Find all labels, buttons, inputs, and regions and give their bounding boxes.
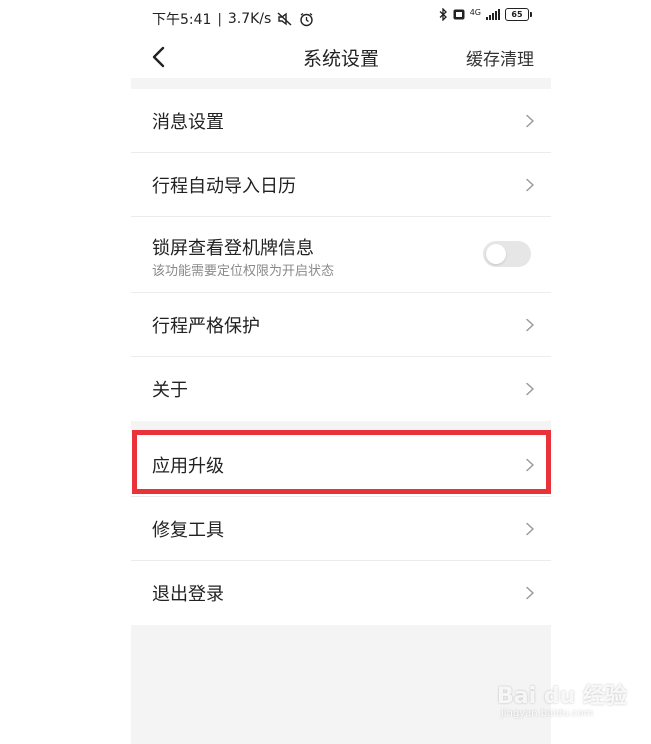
settings-item-calendar-import[interactable]: 行程自动导入日历	[131, 153, 551, 217]
section-divider	[131, 421, 551, 433]
screenshot-canvas: 下午5:41 | 3.7K/s 4G 65 系统设置 缓存清理 消息设置 行程自…	[0, 0, 651, 744]
settings-item-about[interactable]: 关于	[131, 357, 551, 421]
chevron-right-icon	[526, 586, 534, 600]
bluetooth-icon	[439, 8, 447, 21]
settings-item-strict-protection[interactable]: 行程严格保护	[131, 293, 551, 357]
settings-item-label: 行程严格保护	[152, 315, 260, 337]
chevron-right-icon	[526, 178, 534, 191]
chevron-right-icon	[526, 458, 534, 471]
settings-item-label: 行程自动导入日历	[152, 175, 296, 197]
chevron-right-icon	[526, 522, 534, 535]
settings-item-label: 修复工具	[152, 519, 224, 541]
status-left: 下午5:41 | 3.7K/s	[152, 9, 314, 29]
status-time: 下午5:41	[152, 12, 212, 28]
settings-item-label: 锁屏查看登机牌信息	[152, 238, 314, 259]
nav-bar: 系统设置 缓存清理	[131, 36, 551, 78]
settings-item-app-upgrade[interactable]: 应用升级	[131, 433, 551, 497]
lockscreen-toggle[interactable]	[483, 241, 531, 267]
settings-item-label: 退出登录	[152, 584, 224, 605]
settings-item-message[interactable]: 消息设置	[131, 89, 551, 153]
battery-level: 65	[511, 10, 523, 19]
signal-icon	[486, 9, 500, 20]
settings-item-subtitle: 该功能需要定位权限为开启状态	[152, 264, 335, 279]
status-bar: 下午5:41 | 3.7K/s 4G 65	[131, 0, 551, 36]
cache-clear-button[interactable]: 缓存清理	[466, 45, 534, 70]
settings-list: 消息设置 行程自动导入日历 锁屏查看登机牌信息 该功能需要定位权限为开启状态 行…	[131, 89, 551, 625]
settings-item-lockscreen-boarding-pass: 锁屏查看登机牌信息 该功能需要定位权限为开启状态	[131, 217, 551, 293]
network-type: 4G	[469, 8, 481, 17]
status-separator: |	[217, 11, 222, 27]
status-right: 4G 65	[439, 8, 532, 21]
settings-item-label: 应用升级	[152, 455, 224, 477]
settings-item-label: 消息设置	[152, 111, 224, 133]
mute-icon	[277, 12, 292, 26]
settings-item-label: 关于	[152, 380, 188, 401]
chevron-right-icon	[526, 382, 534, 396]
chevron-left-icon	[152, 46, 165, 68]
phone-screen: 下午5:41 | 3.7K/s 4G 65 系统设置 缓存清理 消息设置 行程自…	[131, 0, 551, 744]
hd-icon	[453, 9, 465, 20]
battery-icon: 65	[505, 8, 532, 21]
settings-item-repair-tool[interactable]: 修复工具	[131, 497, 551, 561]
status-speed: 3.7K/s	[227, 11, 272, 27]
alarm-icon	[300, 12, 314, 26]
chevron-right-icon	[526, 114, 534, 127]
settings-item-logout[interactable]: 退出登录	[131, 561, 551, 625]
back-button[interactable]	[141, 40, 175, 74]
toggle-knob	[486, 244, 506, 264]
chevron-right-icon	[526, 318, 534, 331]
